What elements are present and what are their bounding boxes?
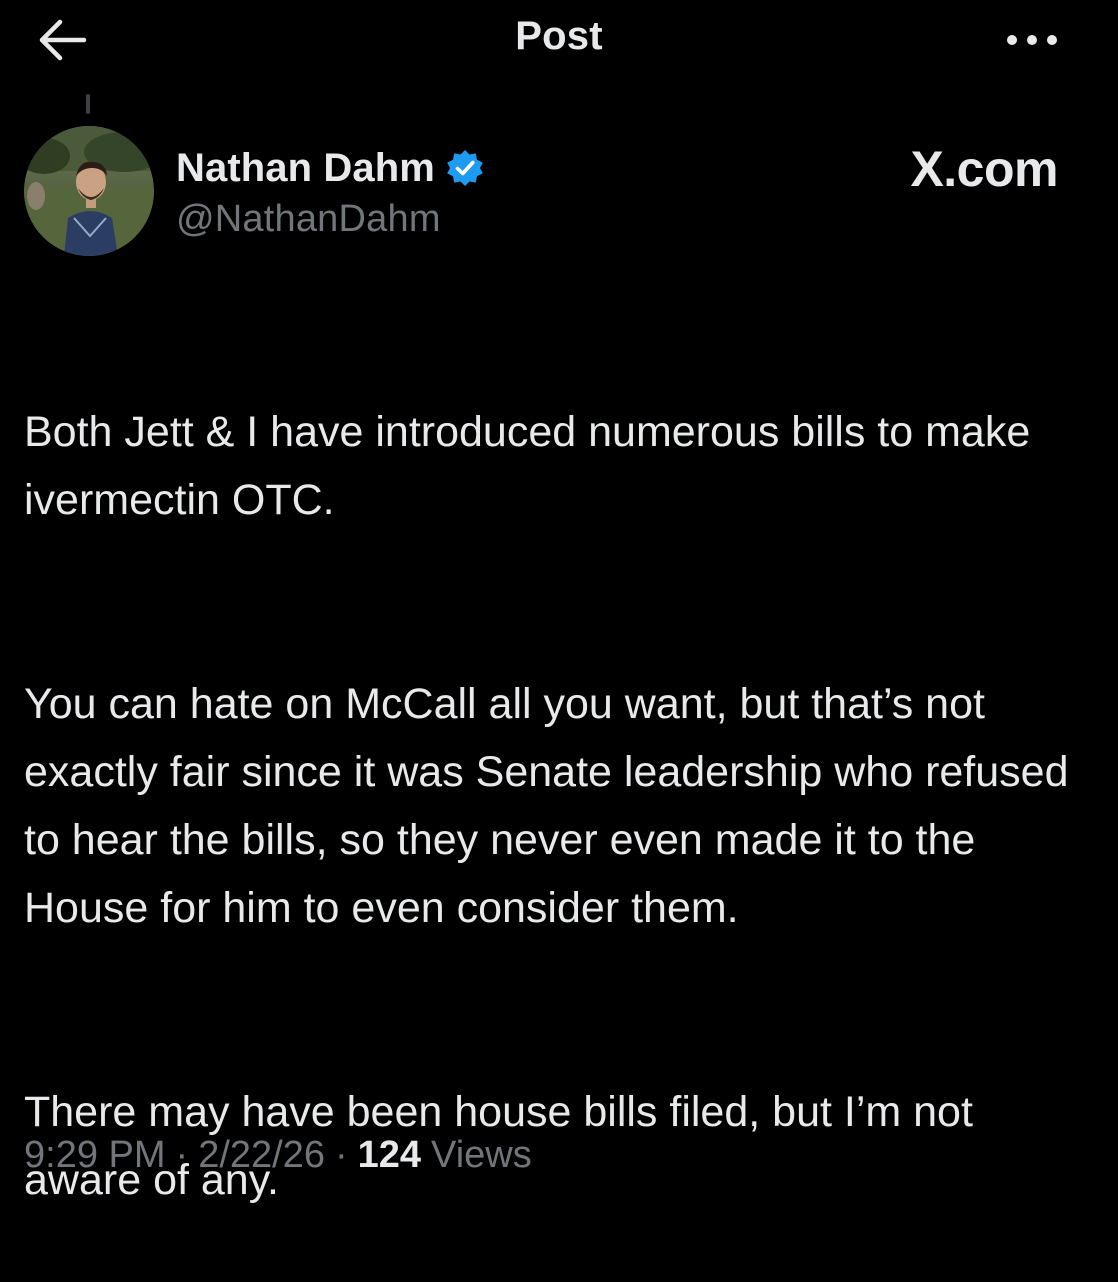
post-time[interactable]: 9:29 PM	[24, 1134, 166, 1177]
post-paragraph: Both Jett & I have introduced numerous b…	[24, 408, 1031, 524]
page-title: Post	[515, 14, 603, 58]
more-horizontal-icon	[1007, 35, 1057, 45]
more-button[interactable]	[1002, 22, 1062, 58]
post-meta: 9:29 PM · 2/22/26 · 124 Views	[24, 1134, 532, 1177]
meta-separator: ·	[334, 1134, 348, 1176]
post-date[interactable]: 2/22/26	[198, 1134, 325, 1177]
verified-badge-icon	[445, 148, 485, 188]
x-watermark: X.com	[910, 141, 1058, 197]
avatar[interactable]	[24, 126, 154, 256]
avatar-image	[24, 126, 154, 256]
meta-separator: ·	[175, 1134, 189, 1176]
author-name-row: Nathan Dahm	[176, 140, 485, 196]
top-bar: Post	[0, 0, 1118, 80]
thread-connector-line	[86, 94, 90, 114]
post-paragraph: You can hate on McCall all you want, but…	[24, 680, 1069, 932]
author-handle[interactable]: @NathanDahm	[176, 198, 441, 241]
views-label[interactable]: Views	[431, 1134, 532, 1177]
author-name[interactable]: Nathan Dahm	[176, 146, 435, 191]
views-count[interactable]: 124	[358, 1134, 421, 1177]
